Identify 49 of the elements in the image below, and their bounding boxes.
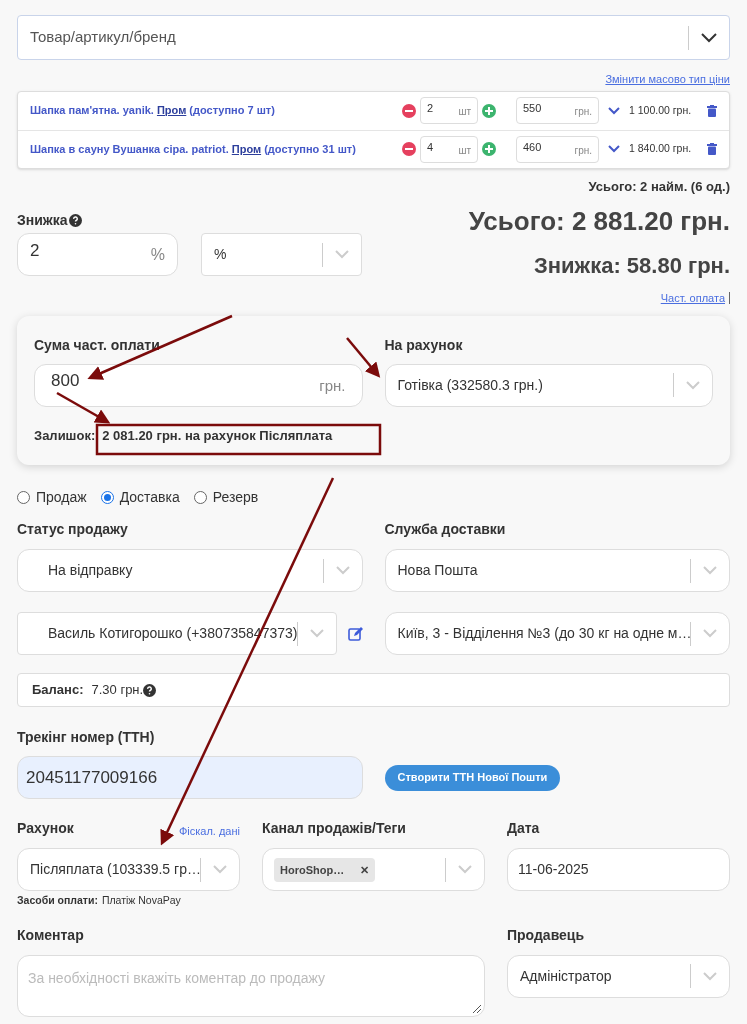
payment-means-label: Засоби оплати: (17, 893, 98, 908)
discount-type-select[interactable]: % (201, 233, 362, 276)
tracking-field[interactable]: 20451177009166 (17, 756, 363, 799)
discount-total: Знижка: 58.80 грн. (533, 252, 730, 280)
balance-label: Баланс: (32, 681, 84, 700)
delivery-select[interactable]: Нова Пошта (384, 549, 730, 592)
payment-means-value: Платіж NovaPay (101, 893, 181, 908)
price-field[interactable]: 460 грн. (516, 135, 599, 163)
rest-value: 2 081.20 грн. на рахунок Післяплата (102, 426, 333, 445)
tag-remove[interactable]: ✕ (360, 861, 370, 879)
partial-payment-link[interactable]: Част. оплата (660, 290, 725, 307)
rest-label: Залишок: (34, 426, 96, 445)
item-sum: 1 100.00 грн. (629, 102, 693, 118)
quantity-field[interactable]: 2 шт (420, 97, 478, 124)
product-name[interactable]: Шапка в сауну Вушанка сіра. patriot. Пром (доступно 31 шт) (30, 140, 402, 158)
mode-radio[interactable]: Продаж (17, 487, 87, 508)
seller-select[interactable]: Адміністратор (507, 954, 730, 998)
field-label: Трекінг номер (ТТН) (17, 728, 156, 747)
product-search-field[interactable]: Товар/артикул/бренд (17, 15, 730, 60)
field-label: Статус продажу (17, 520, 129, 539)
price-field[interactable]: 550 грн. (516, 97, 599, 124)
field-label: Дата (507, 819, 541, 838)
field-label: Канал продажів/Теги (262, 819, 407, 838)
grand-total: Усього: 2 881.20 грн. (468, 205, 730, 238)
amount-field[interactable]: 800 грн. (34, 363, 363, 407)
branch-select[interactable]: Київ, 3 - Відділення №3 (до 30 кг на одне м… (384, 612, 730, 655)
item-sum: 1 840.00 грн. (629, 141, 693, 157)
mode-radio[interactable]: Резерв (193, 487, 259, 508)
field-label: Рахунок (17, 819, 74, 838)
field-label: Сума част. оплати (34, 335, 161, 355)
account-select[interactable]: Післяплата (103339.5 гр… (17, 848, 240, 891)
field-label: Коментар (17, 925, 85, 945)
date-field[interactable]: 11-06-2025 (507, 848, 730, 891)
items-total: Усього: 2 найм. (6 од.) (588, 177, 730, 196)
field-label: Продавець (507, 925, 586, 945)
product-name[interactable]: Шапка пам'ятна. yanik. Пром (доступно 7 шт) (30, 102, 402, 119)
mode-radio[interactable]: Доставка (100, 487, 180, 508)
mass-price-link[interactable]: Змінити масово тип ціни (605, 71, 730, 88)
field-label: Знижка (17, 211, 68, 230)
channel-tag[interactable]: HoroShop… ✕ (274, 858, 376, 883)
quantity-field[interactable]: 4 шт (420, 135, 478, 163)
sale-status-select[interactable]: На відправку (17, 549, 363, 592)
field-label: На рахунок (384, 335, 464, 355)
channel-select[interactable]: HoroShop… ✕ (262, 848, 485, 891)
fiscal-data-link[interactable]: Фіскал. дані (178, 822, 240, 839)
field-label: Служба доставки (384, 520, 507, 539)
account-select[interactable]: Готівка (332580.3 грн.) (384, 363, 713, 407)
discount-field[interactable]: 2 % (17, 233, 178, 276)
balance-value: 7.30 грн. (91, 681, 144, 700)
